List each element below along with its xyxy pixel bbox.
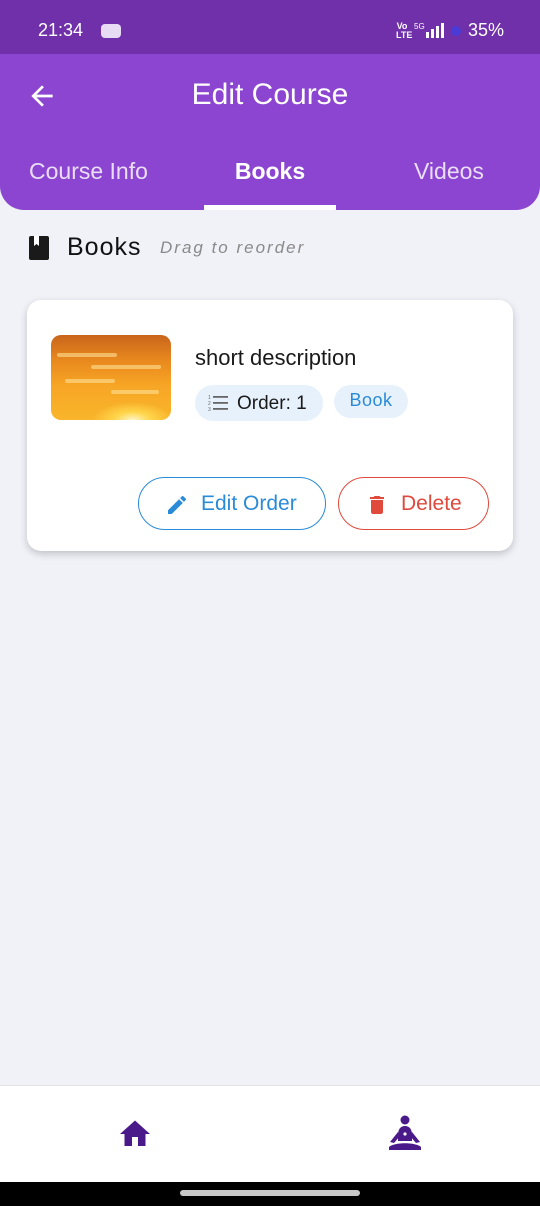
status-bar: 21:34 Vo LTE 5G 35% [0,0,540,54]
tab-indicator [204,205,336,210]
section-title: Books [67,233,142,261]
book-description: short description [195,345,357,370]
page-title: Edit Course [191,78,349,111]
pencil-icon [165,493,189,522]
delete-button[interactable]: Delete [338,477,489,530]
book-icon [28,235,50,266]
tab-course-info[interactable]: Course Info [29,158,148,185]
volte-label: Vo LTE [396,21,413,40]
numbered-list-icon: 1 2 3 [208,394,230,417]
drag-hint: Drag to reorder [160,238,306,257]
tab-books[interactable]: Books [204,158,336,185]
nav-meditation-button[interactable] [386,1114,424,1154]
book-card[interactable]: short description 1 2 3 Order: 1 Book Ed… [27,300,513,551]
signal-icon: 5G [414,21,446,44]
delete-label: Delete [401,492,462,515]
order-label: Order: 1 [237,393,307,414]
indicator-dot-icon [451,26,461,36]
gesture-bar [0,1182,540,1206]
trash-icon [365,493,389,522]
book-thumbnail [51,335,171,420]
notification-app-icon [101,24,121,38]
svg-text:3: 3 [208,407,211,412]
edit-order-label: Edit Order [201,492,297,515]
home-icon [120,1120,150,1146]
bottom-nav [0,1085,540,1182]
meditation-icon [389,1115,421,1150]
svg-text:5G: 5G [414,22,425,31]
app-header: Edit Course Course Info Books Videos [0,54,540,210]
type-badge: Book [334,385,408,418]
tab-videos[interactable]: Videos [414,158,484,185]
order-chip: 1 2 3 Order: 1 [195,385,323,421]
edit-order-button[interactable]: Edit Order [138,477,326,530]
gesture-handle[interactable] [180,1190,360,1196]
status-time: 21:34 [38,20,84,40]
nav-home-button[interactable] [116,1116,154,1152]
battery-percent: 35% [468,20,505,40]
